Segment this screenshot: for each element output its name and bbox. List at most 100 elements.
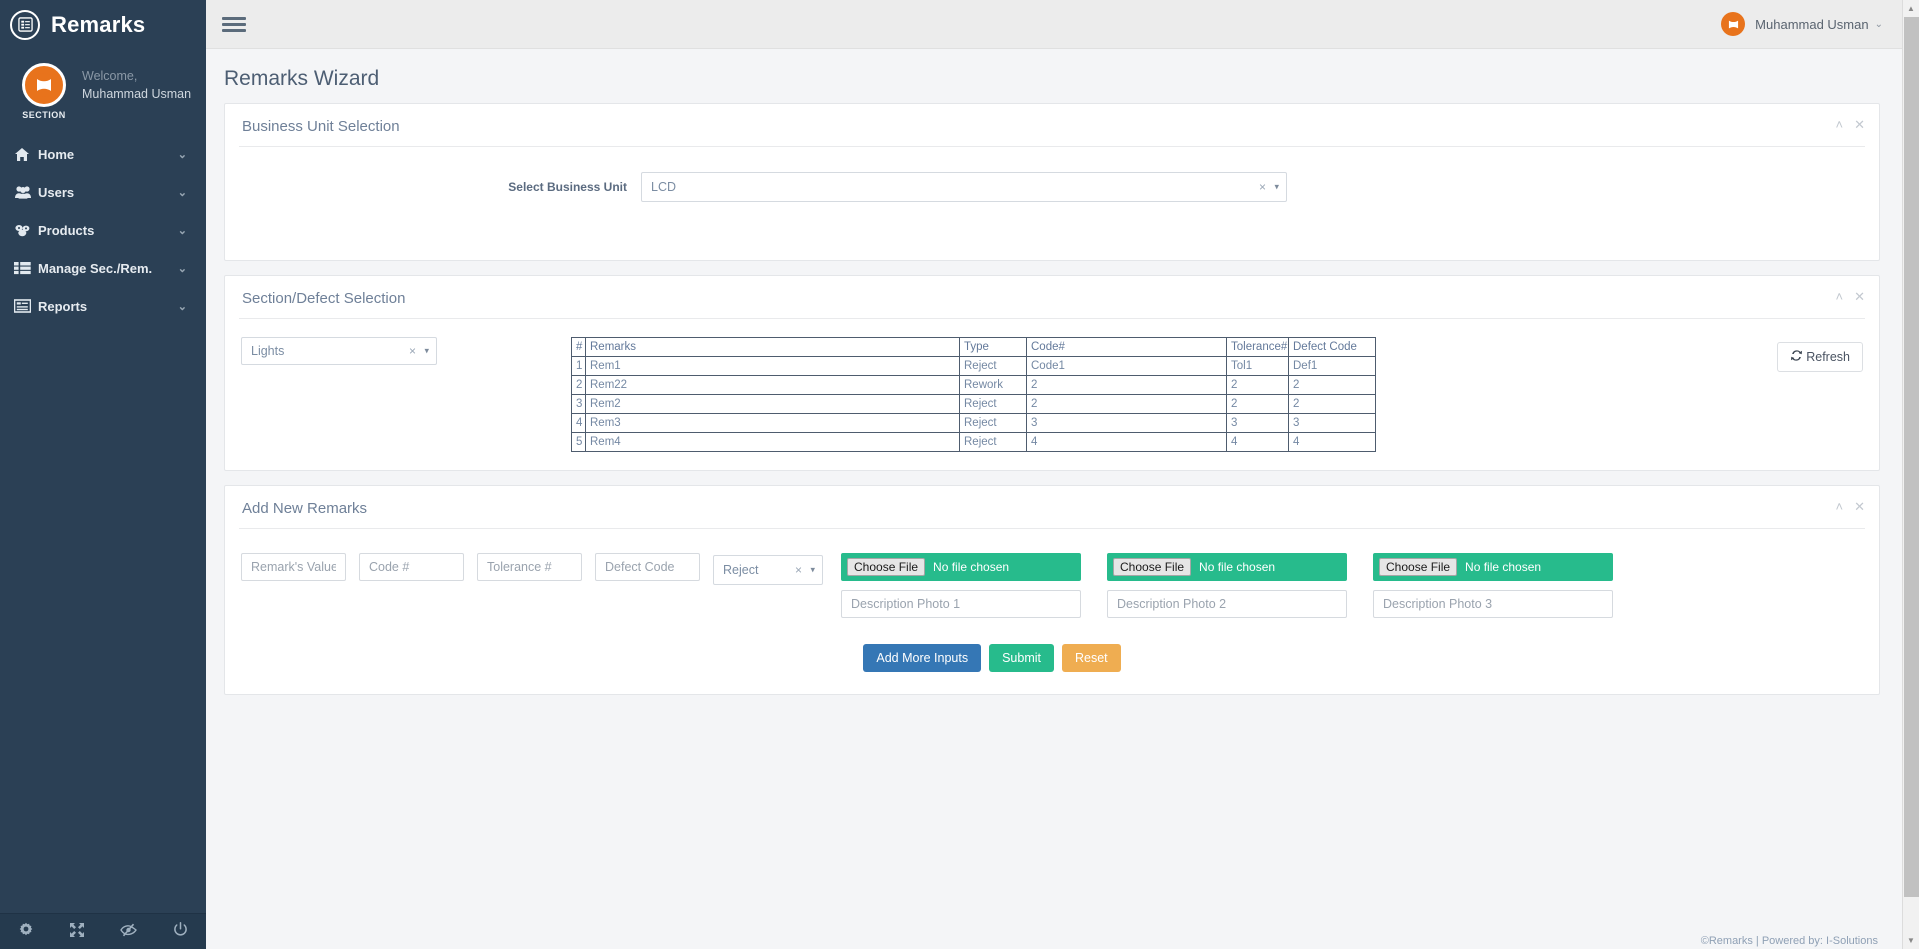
sidebar-item-label: Reports — [38, 298, 88, 314]
cell-type: Reject — [959, 413, 1027, 433]
table-row[interactable]: 5 Rem4 Reject 4 4 4 — [571, 432, 1376, 452]
add-new-remarks-panel: Add New Remarks ˄ ✕ Reject × ▾ — [224, 485, 1880, 695]
sidebar-item-manage-sec-rem[interactable]: Manage Sec./Rem. ⌄ — [0, 249, 206, 287]
tolerance-input[interactable] — [477, 553, 582, 581]
cell-code: 2 — [1026, 375, 1227, 395]
scrollbar-thumb[interactable] — [1904, 17, 1919, 897]
sidebar-item-users[interactable]: Users ⌄ — [0, 173, 206, 211]
profile-user-name: Muhammad Usman — [82, 87, 192, 101]
cell-tolerance: 3 — [1226, 413, 1289, 433]
file-status-label: No file chosen — [1465, 560, 1542, 574]
file-status-label: No file chosen — [1199, 560, 1276, 574]
clear-icon[interactable]: × — [795, 563, 802, 577]
business-unit-select[interactable]: LCD × ▾ — [641, 172, 1287, 202]
remarks-table: # Remarks Type Code# Tolerance# Defect C… — [571, 337, 1376, 452]
cell-remarks: Rem22 — [585, 375, 960, 395]
cell-type: Rework — [959, 375, 1027, 395]
photo2-description-input[interactable] — [1107, 590, 1347, 618]
hamburger-bar — [222, 22, 246, 26]
cell-remarks: Rem3 — [585, 413, 960, 433]
chevron-down-icon: ⌄ — [177, 262, 187, 275]
table-body: 1 Rem1 Reject Code1 Tol1 Def1 2 Rem22 Re… — [571, 356, 1376, 452]
panel-tools: ˄ ✕ — [1836, 500, 1866, 513]
chevron-down-icon: ⌄ — [177, 224, 187, 237]
panel-body: Select Business Unit LCD × ▾ — [225, 147, 1879, 260]
file-upload-column: Choose File No file chosen — [841, 553, 1081, 618]
sidebar-item-reports[interactable]: Reports ⌄ — [0, 287, 206, 325]
sidebar-profile: SECTION Welcome, Muhammad Usman — [0, 49, 206, 125]
panel-tools: ˄ ✕ — [1836, 118, 1866, 131]
photo2-file-input[interactable]: Choose File No file chosen — [1107, 553, 1347, 581]
th-list-icon — [14, 261, 38, 275]
brand-header[interactable]: Remarks — [0, 0, 206, 49]
scroll-up-arrow-icon[interactable]: ▲ — [1903, 0, 1919, 17]
table-row[interactable]: 3 Rem2 Reject 2 2 2 — [571, 394, 1376, 414]
column-header-code: Code# — [1026, 337, 1227, 357]
photo1-file-input[interactable]: Choose File No file chosen — [841, 553, 1081, 581]
type-select-value: Reject — [723, 563, 759, 577]
submit-button[interactable]: Submit — [989, 644, 1054, 672]
cell-defect-code: 4 — [1288, 432, 1376, 452]
power-off-icon[interactable] — [155, 922, 207, 941]
sidebar-item-products[interactable]: Products ⌄ — [0, 211, 206, 249]
photo3-file-input[interactable]: Choose File No file chosen — [1373, 553, 1613, 581]
collapse-icon[interactable]: ˄ — [1836, 118, 1844, 131]
table-row[interactable]: 2 Rem22 Rework 2 2 2 — [571, 375, 1376, 395]
column-header-type: Type — [959, 337, 1027, 357]
panel-header: Business Unit Selection ˄ ✕ — [225, 104, 1879, 146]
scroll-down-arrow-icon[interactable]: ▼ — [1903, 932, 1919, 949]
settings-gear-icon[interactable] — [0, 922, 52, 942]
fullscreen-icon[interactable] — [52, 922, 104, 942]
table-row[interactable]: 1 Rem1 Reject Code1 Tol1 Def1 — [571, 356, 1376, 376]
avatar: SECTION — [22, 63, 66, 120]
code-input[interactable] — [359, 553, 464, 581]
column-header-tolerance: Tolerance# — [1226, 337, 1289, 357]
choose-file-button[interactable]: Choose File — [1379, 558, 1458, 576]
sidebar-item-home[interactable]: Home ⌄ — [0, 135, 206, 173]
photo1-description-input[interactable] — [841, 590, 1081, 618]
close-icon[interactable]: ✕ — [1854, 500, 1865, 513]
clear-icon[interactable]: × — [409, 344, 416, 358]
home-icon — [14, 147, 38, 162]
refresh-button[interactable]: Refresh — [1777, 342, 1863, 372]
remark-value-input[interactable] — [241, 553, 346, 581]
sidebar-item-label: Products — [38, 222, 95, 238]
collapse-icon[interactable]: ˄ — [1836, 500, 1844, 513]
table-row[interactable]: 4 Rem3 Reject 3 3 3 — [571, 413, 1376, 433]
reset-button[interactable]: Reset — [1061, 644, 1121, 672]
photo3-description-input[interactable] — [1373, 590, 1613, 618]
close-icon[interactable]: ✕ — [1854, 118, 1865, 131]
chevron-down-icon: ⌄ — [177, 300, 187, 313]
cell-type: Reject — [959, 394, 1027, 414]
choose-file-button[interactable]: Choose File — [1113, 558, 1192, 576]
cell-defect-code: Def1 — [1288, 356, 1376, 376]
type-select[interactable]: Reject × ▾ — [713, 555, 823, 585]
cell-code: 3 — [1026, 413, 1227, 433]
collapse-icon[interactable]: ˄ — [1836, 290, 1844, 303]
hamburger-bar — [222, 28, 246, 32]
refresh-button-label: Refresh — [1806, 350, 1850, 364]
avatar-caption: SECTION — [22, 110, 66, 120]
cell-remarks: Rem4 — [585, 432, 960, 452]
table-head: # Remarks Type Code# Tolerance# Defect C… — [571, 337, 1376, 357]
section-defect-panel: Section/Defect Selection ˄ ✕ Lights × ▾ — [224, 275, 1880, 471]
eye-slash-icon[interactable] — [103, 923, 155, 941]
clear-icon[interactable]: × — [1259, 180, 1266, 194]
add-more-inputs-button[interactable]: Add More Inputs — [863, 644, 982, 672]
cell-tolerance: 2 — [1226, 375, 1289, 395]
vertical-scrollbar[interactable]: ▲ ▼ — [1902, 0, 1919, 949]
chevron-down-icon: ⌄ — [1874, 18, 1883, 30]
section-select[interactable]: Lights × ▾ — [241, 337, 437, 365]
cell-remarks: Rem2 — [585, 394, 960, 414]
cell-index: 3 — [571, 394, 586, 414]
sidebar-nav: Home ⌄ Users ⌄ Products ⌄ Manage Sec./Re… — [0, 135, 206, 325]
add-remark-fields-row: Reject × ▾ Choose File No file chosen — [241, 547, 1863, 622]
cubes-icon — [14, 223, 38, 237]
choose-file-button[interactable]: Choose File — [847, 558, 926, 576]
close-icon[interactable]: ✕ — [1854, 290, 1865, 303]
hamburger-icon[interactable] — [222, 14, 246, 35]
user-menu[interactable]: Muhammad Usman ⌄ — [1721, 12, 1883, 36]
defect-code-input[interactable] — [595, 553, 700, 581]
cell-type: Reject — [959, 356, 1027, 376]
panel-title: Add New Remarks — [242, 500, 368, 517]
